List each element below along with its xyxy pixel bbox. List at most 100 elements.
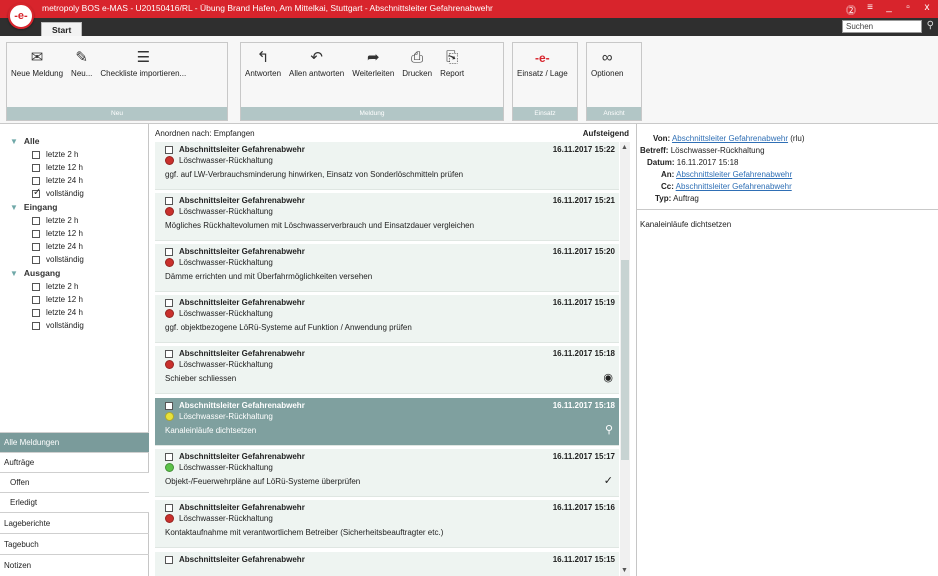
status-dot-icon xyxy=(165,463,174,472)
message-body: Kanaleinläufe dichtsetzen xyxy=(640,220,732,229)
filter-item[interactable]: letzte 24 h xyxy=(32,308,148,317)
checkbox[interactable] xyxy=(32,308,40,317)
checkbox[interactable] xyxy=(32,216,40,225)
filter-item[interactable]: letzte 2 h xyxy=(32,150,148,159)
message-checkbox[interactable] xyxy=(165,349,173,358)
message-row[interactable]: Abschnittsleiter Gefahrenabwehr Löschwas… xyxy=(155,346,619,394)
tree-group-alle[interactable]: ▼ Alle xyxy=(10,136,148,146)
message-date: 16.11.2017 15:17 xyxy=(552,452,615,461)
search-input[interactable]: Suchen xyxy=(842,20,922,33)
checkbox[interactable] xyxy=(32,282,40,291)
filter-item[interactable]: vollständig xyxy=(32,255,148,264)
message-checkbox[interactable] xyxy=(165,452,173,461)
new-message-button[interactable]: ✉ Neue Meldung xyxy=(7,47,67,78)
binoculars-icon: ∞ xyxy=(601,49,613,66)
message-date: 16.11.2017 15:15 xyxy=(552,555,615,564)
nav-lageberichte[interactable]: Lageberichte xyxy=(0,512,149,533)
report-button[interactable]: ⎘ Report xyxy=(436,47,468,78)
filter-item[interactable]: letzte 12 h xyxy=(32,163,148,172)
menu-icon[interactable]: ≡ xyxy=(865,2,875,17)
message-row-selected[interactable]: Abschnittsleiter Gefahrenabwehr Löschwas… xyxy=(155,398,619,446)
checkbox[interactable] xyxy=(32,163,40,172)
nav-tagebuch[interactable]: Tagebuch xyxy=(0,533,149,554)
sort-bar: Anordnen nach: Empfangen Aufsteigend xyxy=(153,129,631,141)
status-dot-icon xyxy=(165,514,174,523)
checkbox[interactable] xyxy=(32,176,40,185)
message-checkbox[interactable] xyxy=(165,503,173,512)
checkbox[interactable] xyxy=(32,150,40,159)
filter-item[interactable]: letzte 24 h xyxy=(32,242,148,251)
import-checklist-button[interactable]: ☰ Checkliste importieren... xyxy=(96,47,190,78)
status-dot-icon xyxy=(165,412,174,421)
close-icon[interactable]: x xyxy=(922,2,932,17)
einsatz-lage-button[interactable]: -e- Einsatz / Lage xyxy=(513,47,572,78)
message-row[interactable]: Abschnittsleiter Gefahrenabwehr 16.11.20… xyxy=(155,552,619,576)
filter-item[interactable]: letzte 2 h xyxy=(32,282,148,291)
checkbox-checked[interactable] xyxy=(32,187,41,198)
scroll-up-icon[interactable]: ▲ xyxy=(621,144,628,151)
message-row[interactable]: Abschnittsleiter Gefahrenabwehr Löschwas… xyxy=(155,295,619,343)
message-date: 16.11.2017 15:21 xyxy=(552,196,615,205)
message-checkbox[interactable] xyxy=(165,196,173,205)
maximize-icon[interactable]: ▫ xyxy=(903,2,913,17)
nav-offen[interactable]: Offen xyxy=(0,472,149,492)
tree-group-eingang[interactable]: ▼ Eingang xyxy=(10,202,148,212)
tab-start[interactable]: Start xyxy=(41,22,83,36)
expand-triangle-icon[interactable]: ▼ xyxy=(10,203,18,212)
print-button[interactable]: ⎙ Drucken xyxy=(398,47,436,78)
filter-item[interactable]: vollständig xyxy=(32,187,148,198)
message-row[interactable]: Abschnittsleiter Gefahrenabwehr Löschwas… xyxy=(155,449,619,497)
ribbon-group-label: Einsatz xyxy=(513,107,577,120)
new-button[interactable]: ✎ Neu... xyxy=(67,47,96,78)
filter-item[interactable]: vollständig xyxy=(32,321,148,330)
filter-item[interactable]: letzte 2 h xyxy=(32,216,148,225)
scroll-down-icon[interactable]: ▼ xyxy=(621,567,628,574)
sort-order-toggle[interactable]: Aufsteigend xyxy=(583,129,629,138)
filter-item[interactable]: letzte 24 h xyxy=(32,176,148,185)
header-date: Datum: 16.11.2017 15:18 xyxy=(647,158,739,167)
status-dot-icon xyxy=(165,309,174,318)
nav-notizen[interactable]: Notizen xyxy=(0,554,149,576)
filter-item[interactable]: letzte 12 h xyxy=(32,229,148,238)
checkbox[interactable] xyxy=(32,229,40,238)
message-row[interactable]: Abschnittsleiter Gefahrenabwehr Löschwas… xyxy=(155,193,619,241)
expand-triangle-icon[interactable]: ▼ xyxy=(10,137,18,146)
message-row[interactable]: Abschnittsleiter Gefahrenabwehr Löschwas… xyxy=(155,500,619,548)
checkbox[interactable] xyxy=(32,321,40,330)
nav-erledigt[interactable]: Erledigt xyxy=(0,492,149,512)
scrollbar-thumb[interactable] xyxy=(621,260,629,460)
tree-group-ausgang[interactable]: ▼ Ausgang xyxy=(10,268,148,278)
message-checkbox[interactable] xyxy=(165,298,173,307)
app-logo[interactable]: -e- xyxy=(8,3,34,29)
filter-item[interactable]: letzte 12 h xyxy=(32,295,148,304)
status-dot-icon xyxy=(165,258,174,267)
help-icon[interactable]: ⓶ xyxy=(846,2,856,17)
options-button[interactable]: ∞ Optionen xyxy=(587,47,627,78)
from-link[interactable]: Abschnittsleiter Gefahrenabwehr xyxy=(672,134,788,143)
search-icon[interactable]: ⚲ xyxy=(927,20,934,31)
message-text: Kontaktaufnahme mit verantwortlichem Bet… xyxy=(165,528,444,537)
nav-auftraege[interactable]: Aufträge xyxy=(0,452,149,472)
message-checkbox[interactable] xyxy=(165,401,173,410)
message-from: Abschnittsleiter Gefahrenabwehr xyxy=(179,452,305,461)
message-checkbox[interactable] xyxy=(165,145,173,154)
cc-link[interactable]: Abschnittsleiter Gefahrenabwehr xyxy=(676,182,792,191)
message-checkbox[interactable] xyxy=(165,555,173,564)
reply-all-button[interactable]: ↶ Allen antworten xyxy=(285,47,348,78)
message-list-scrollbar[interactable]: ▲ ▼ xyxy=(620,142,630,576)
checkbox[interactable] xyxy=(32,255,40,264)
expand-triangle-icon[interactable]: ▼ xyxy=(10,269,18,278)
minimize-icon[interactable]: _ xyxy=(884,2,894,17)
reply-button[interactable]: ↰ Antworten xyxy=(241,47,285,78)
nav-alle-meldungen[interactable]: Alle Meldungen xyxy=(0,432,149,452)
to-link[interactable]: Abschnittsleiter Gefahrenabwehr xyxy=(676,170,792,179)
message-checkbox[interactable] xyxy=(165,247,173,256)
checkbox[interactable] xyxy=(32,242,40,251)
message-row[interactable]: Abschnittsleiter Gefahrenabwehr Löschwas… xyxy=(155,244,619,292)
message-row[interactable]: Abschnittsleiter Gefahrenabwehr Löschwas… xyxy=(155,142,619,190)
forward-button[interactable]: ➦ Weiterleiten xyxy=(348,47,398,78)
sort-by-label[interactable]: Anordnen nach: Empfangen xyxy=(155,129,255,138)
checkbox[interactable] xyxy=(32,295,40,304)
header-subject: Betreff: Löschwasser-Rückhaltung xyxy=(640,146,765,155)
message-subject: Löschwasser-Rückhaltung xyxy=(179,156,273,165)
